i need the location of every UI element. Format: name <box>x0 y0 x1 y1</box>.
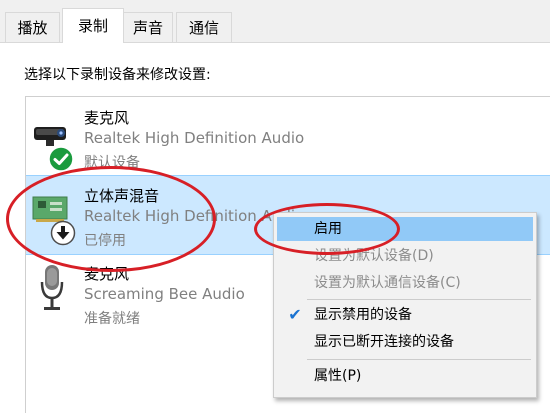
context-menu: 启用 设置为默认设备(D) 设置为默认通信设备(C) ✔ 显示禁用的设备 显示已… <box>273 212 537 398</box>
device-driver: Realtek High Definition Audio <box>84 129 305 147</box>
device-status: 准备就绪 <box>84 311 140 327</box>
device-driver: Realtek High Definition Audio <box>84 207 305 225</box>
tab-sounds[interactable]: 声音 <box>123 12 173 42</box>
device-name: 麦克风 <box>84 109 130 127</box>
menu-item-show-disconnected-devices[interactable]: 显示已断开连接的设备 <box>277 330 533 354</box>
tab-playback[interactable]: 播放 <box>5 12 60 42</box>
menu-item-label: 显示禁用的设备 <box>314 307 412 323</box>
tab-strip: 播放 录制 声音 通信 <box>0 0 550 43</box>
green-check-icon <box>48 146 74 172</box>
menu-item-set-default-device[interactable]: 设置为默认设备(D) <box>277 244 533 268</box>
device-status: 默认设备 <box>84 155 140 171</box>
menu-item-show-disabled-devices[interactable]: ✔ 显示禁用的设备 <box>277 303 533 327</box>
device-status: 已停用 <box>84 233 126 249</box>
device-name: 麦克风 <box>84 265 130 283</box>
tab-recording[interactable]: 录制 <box>62 8 124 43</box>
menu-item-set-default-communication-device[interactable]: 设置为默认通信设备(C) <box>277 271 533 295</box>
checkmark-icon: ✔ <box>288 305 302 324</box>
device-driver: Screaming Bee Audio <box>84 285 245 303</box>
instruction-text: 选择以下录制设备来修改设置: <box>24 67 211 83</box>
device-name: 立体声混音 <box>84 187 160 205</box>
menu-item-enable[interactable]: 启用 <box>277 217 533 241</box>
device-item-microphone-realtek[interactable]: 麦克风 Realtek High Definition Audio 默认设备 <box>26 97 550 177</box>
menu-item-properties[interactable]: 属性(P) <box>277 364 533 388</box>
menu-separator <box>307 299 531 300</box>
microphone-icon <box>40 265 64 310</box>
menu-separator <box>307 359 531 360</box>
disabled-arrow-icon <box>50 220 76 246</box>
tab-communications[interactable]: 通信 <box>176 12 232 42</box>
